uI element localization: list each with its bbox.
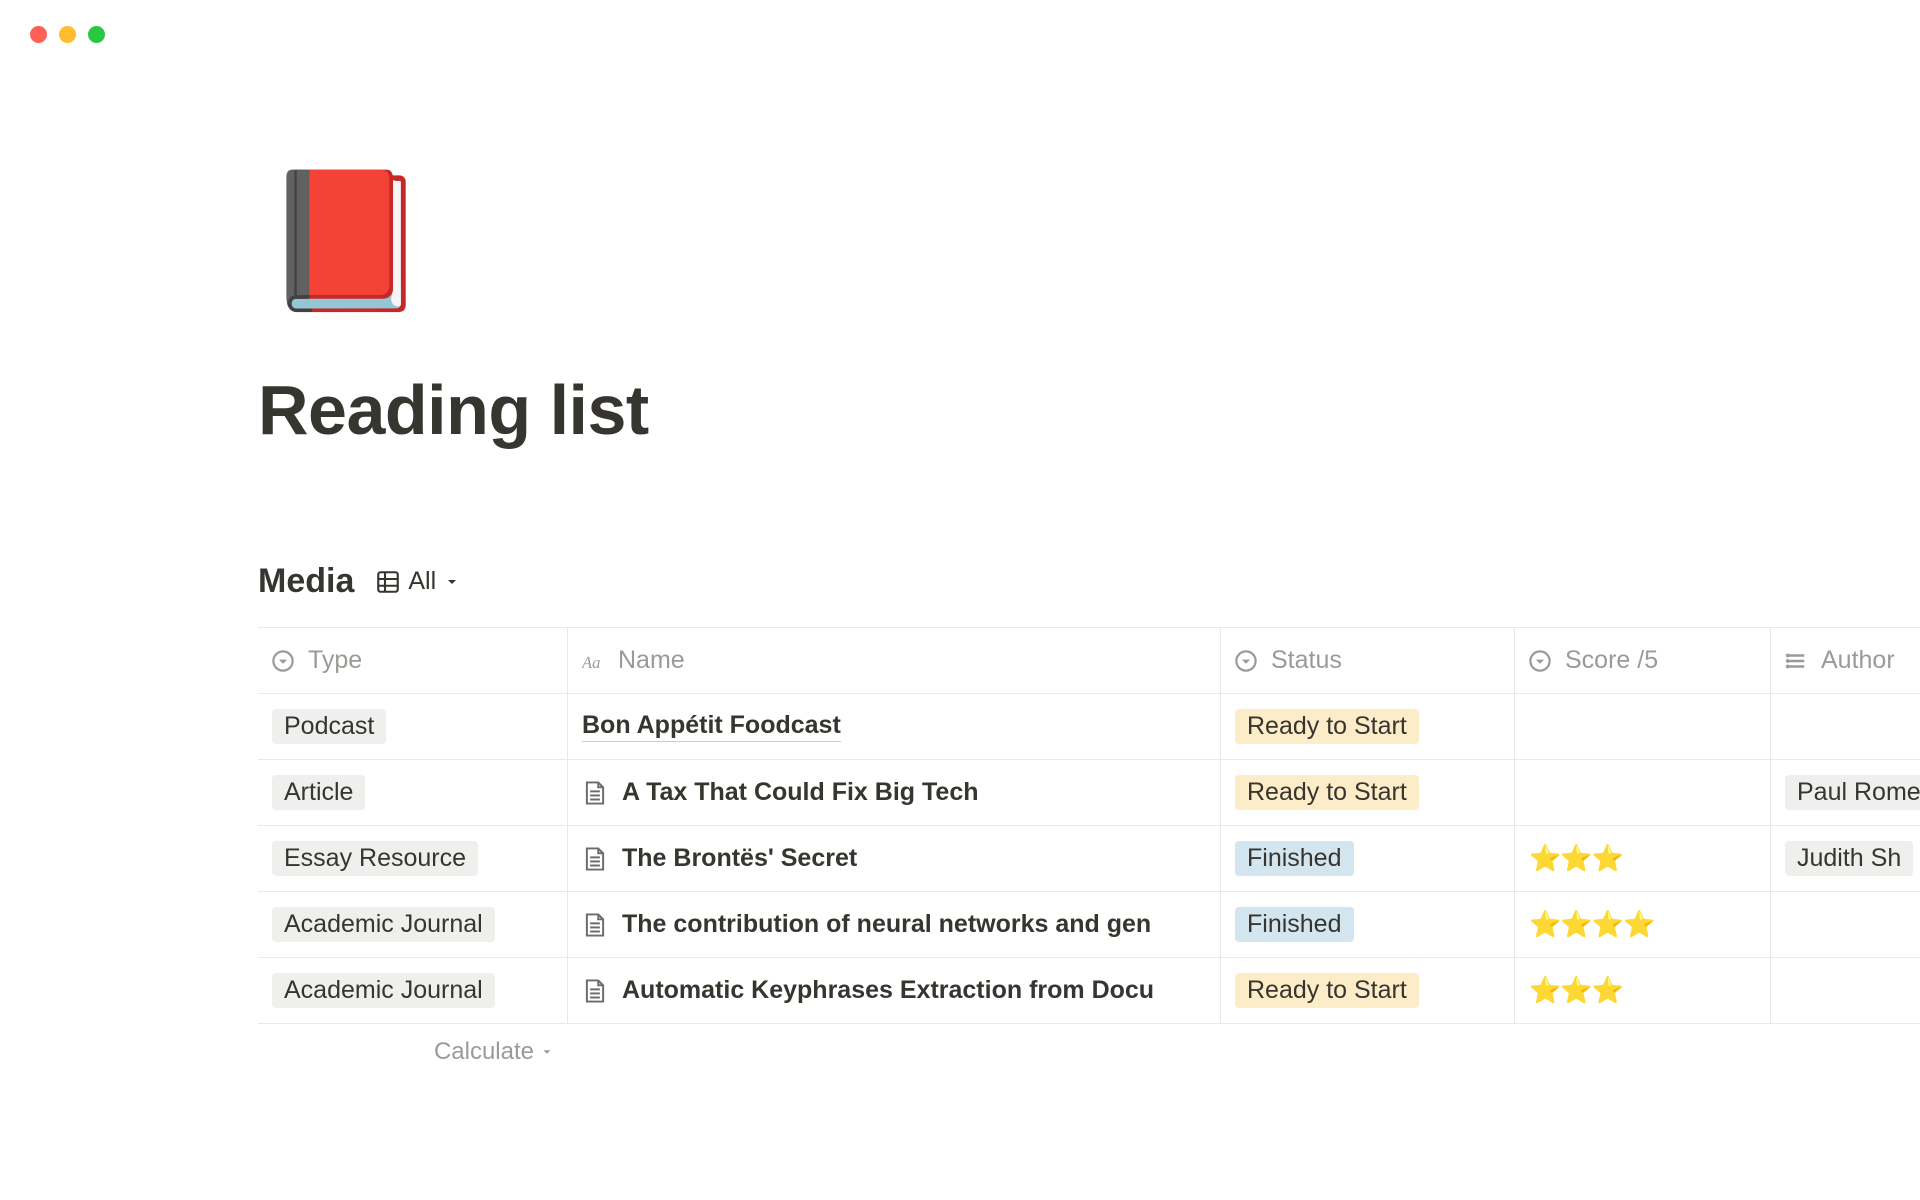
column-header-score[interactable]: Score /5	[1515, 628, 1771, 693]
type-tag: Academic Journal	[272, 973, 495, 1008]
column-header-name[interactable]: Aa Name	[568, 628, 1221, 693]
cell-status[interactable]: Finished	[1221, 826, 1515, 891]
cell-status[interactable]: Ready to Start	[1221, 760, 1515, 825]
maximize-window-button[interactable]	[88, 26, 105, 43]
author-tag: Paul Rome	[1785, 775, 1920, 810]
type-tag: Academic Journal	[272, 907, 495, 942]
database-table: Type Aa Name Status Score	[258, 627, 1920, 1024]
page-link[interactable]: Bon Appétit Foodcast	[582, 711, 841, 742]
cell-author[interactable]: Paul Rome	[1771, 760, 1920, 825]
score-stars: ⭐⭐⭐	[1529, 843, 1623, 874]
page-link[interactable]: A Tax That Could Fix Big Tech	[582, 778, 979, 807]
column-header-label: Status	[1271, 646, 1342, 675]
page-content: 📕 Reading list Media All Type	[0, 173, 1920, 1024]
multiselect-property-icon	[1785, 650, 1807, 672]
database-header: Media All	[258, 562, 1920, 601]
status-tag: Finished	[1235, 907, 1354, 942]
cell-author[interactable]	[1771, 958, 1920, 1023]
table-row[interactable]: Academic Journal The contribution of neur…	[258, 892, 1920, 958]
cell-status[interactable]: Finished	[1221, 892, 1515, 957]
cell-score[interactable]: ⭐⭐⭐⭐	[1515, 892, 1771, 957]
page-icon[interactable]: 📕	[262, 173, 1920, 308]
status-tag: Ready to Start	[1235, 973, 1419, 1008]
cell-type[interactable]: Article	[258, 760, 568, 825]
column-header-label: Score /5	[1565, 646, 1658, 675]
type-tag: Article	[272, 775, 365, 810]
cell-author[interactable]: Judith Sh	[1771, 826, 1920, 891]
title-property-icon: Aa	[582, 650, 604, 672]
view-selector[interactable]: All	[376, 567, 460, 596]
cell-score[interactable]: ⭐⭐⭐	[1515, 958, 1771, 1023]
page-link[interactable]: Automatic Keyphrases Extraction from Doc…	[582, 976, 1154, 1005]
column-header-author[interactable]: Author	[1771, 628, 1920, 693]
column-header-label: Author	[1821, 646, 1895, 675]
column-header-type[interactable]: Type	[258, 628, 568, 693]
status-tag: Ready to Start	[1235, 775, 1419, 810]
column-header-status[interactable]: Status	[1221, 628, 1515, 693]
view-label: All	[408, 567, 436, 596]
database-title[interactable]: Media	[258, 562, 354, 601]
page-icon	[582, 912, 608, 938]
status-tag: Finished	[1235, 841, 1354, 876]
page-name: A Tax That Could Fix Big Tech	[622, 778, 979, 807]
column-header-label: Name	[618, 646, 685, 675]
status-tag: Ready to Start	[1235, 709, 1419, 744]
page-title[interactable]: Reading list	[258, 370, 1920, 450]
page-icon	[582, 780, 608, 806]
page-link[interactable]: The contribution of neural networks and …	[582, 910, 1151, 939]
cell-status[interactable]: Ready to Start	[1221, 694, 1515, 759]
page-link[interactable]: The Brontës' Secret	[582, 844, 857, 873]
score-stars: ⭐⭐⭐	[1529, 975, 1623, 1006]
cell-type[interactable]: Essay Resource	[258, 826, 568, 891]
page-name: The Brontës' Secret	[622, 844, 857, 873]
table-row[interactable]: Podcast Bon Appétit Foodcast Ready to Star…	[258, 694, 1920, 760]
svg-text:Aa: Aa	[582, 652, 600, 671]
score-stars: ⭐⭐⭐⭐	[1529, 909, 1655, 940]
page-name: Bon Appétit Foodcast	[582, 711, 841, 742]
cell-type[interactable]: Academic Journal	[258, 892, 568, 957]
cell-author[interactable]	[1771, 892, 1920, 957]
cell-type[interactable]: Podcast	[258, 694, 568, 759]
cell-name[interactable]: The Brontës' Secret	[568, 826, 1221, 891]
cell-name[interactable]: Bon Appétit Foodcast	[568, 694, 1221, 759]
table-header-row: Type Aa Name Status Score	[258, 628, 1920, 694]
cell-status[interactable]: Ready to Start	[1221, 958, 1515, 1023]
cell-author[interactable]	[1771, 694, 1920, 759]
calculate-label: Calculate	[434, 1038, 534, 1066]
table-row[interactable]: Article A Tax That Could Fix Big Tech Read…	[258, 760, 1920, 826]
cell-score[interactable]	[1515, 694, 1771, 759]
table-row[interactable]: Essay Resource The Brontës' Secret Finishe…	[258, 826, 1920, 892]
chevron-down-icon	[444, 574, 460, 590]
minimize-window-button[interactable]	[59, 26, 76, 43]
calculate-button[interactable]: Calculate	[258, 1024, 568, 1066]
page-icon	[582, 978, 608, 1004]
select-property-icon	[1235, 650, 1257, 672]
cell-name[interactable]: A Tax That Could Fix Big Tech	[568, 760, 1221, 825]
table-view-icon	[376, 570, 400, 594]
cell-score[interactable]	[1515, 760, 1771, 825]
author-tag: Judith Sh	[1785, 841, 1913, 876]
select-property-icon	[272, 650, 294, 672]
window-traffic-lights	[0, 0, 1920, 43]
page-name: The contribution of neural networks and …	[622, 910, 1151, 939]
type-tag: Essay Resource	[272, 841, 478, 876]
table-row[interactable]: Academic Journal Automatic Keyphrases Ext…	[258, 958, 1920, 1024]
page-icon	[582, 846, 608, 872]
cell-name[interactable]: The contribution of neural networks and …	[568, 892, 1221, 957]
type-tag: Podcast	[272, 709, 386, 744]
page-name: Automatic Keyphrases Extraction from Doc…	[622, 976, 1154, 1005]
cell-type[interactable]: Academic Journal	[258, 958, 568, 1023]
cell-name[interactable]: Automatic Keyphrases Extraction from Doc…	[568, 958, 1221, 1023]
chevron-down-icon	[540, 1045, 554, 1059]
close-window-button[interactable]	[30, 26, 47, 43]
select-property-icon	[1529, 650, 1551, 672]
cell-score[interactable]: ⭐⭐⭐	[1515, 826, 1771, 891]
column-header-label: Type	[308, 646, 362, 675]
